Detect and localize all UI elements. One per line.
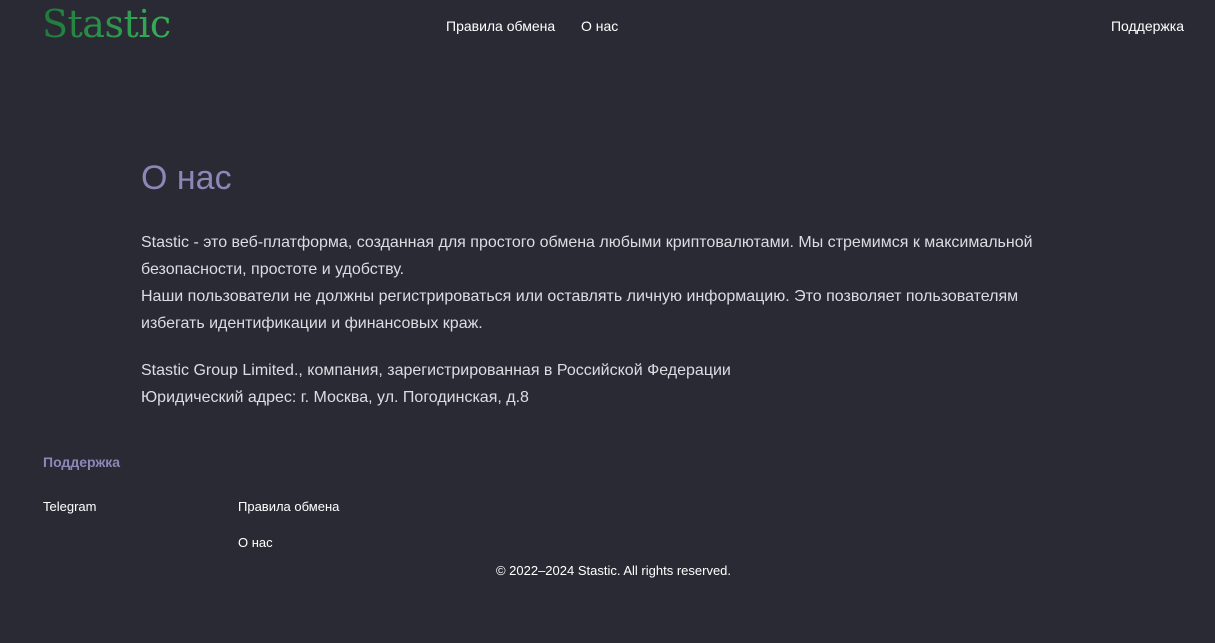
nav-exchange-rules-link[interactable]: Правила обмена bbox=[446, 17, 555, 35]
footer-about-link[interactable]: О нас bbox=[238, 534, 273, 552]
intro-paragraph-1: Stastic - это веб-платформа, созданная д… bbox=[141, 234, 1033, 278]
logo[interactable]: Stastic bbox=[42, 2, 171, 46]
about-section: О нас Stastic - это веб-платформа, созда… bbox=[141, 150, 1041, 411]
footer-exchange-rules-link[interactable]: Правила обмена bbox=[238, 498, 339, 516]
nav-support-link[interactable]: Поддержка bbox=[1111, 17, 1184, 35]
company-info: Stastic Group Limited., компания, зареги… bbox=[141, 357, 1041, 411]
company-name: Stastic Group Limited., компания, зареги… bbox=[141, 362, 731, 379]
copyright: © 2022–2024 Stastic. All rights reserved… bbox=[495, 563, 732, 578]
page-title: О нас bbox=[141, 159, 232, 197]
site-header: Stastic Правила обмена О нас Поддержка bbox=[0, 0, 1215, 52]
nav-about-link[interactable]: О нас bbox=[581, 17, 618, 35]
footer-telegram-link[interactable]: Telegram bbox=[43, 498, 96, 516]
intro-text: Stastic - это веб-платформа, созданная д… bbox=[141, 229, 1041, 337]
legal-address: Юридический адрес: г. Москва, ул. Погоди… bbox=[141, 389, 529, 406]
footer-support-heading: Поддержка bbox=[43, 454, 121, 470]
intro-paragraph-2: Наши пользователи не должны регистрирова… bbox=[141, 288, 1019, 332]
